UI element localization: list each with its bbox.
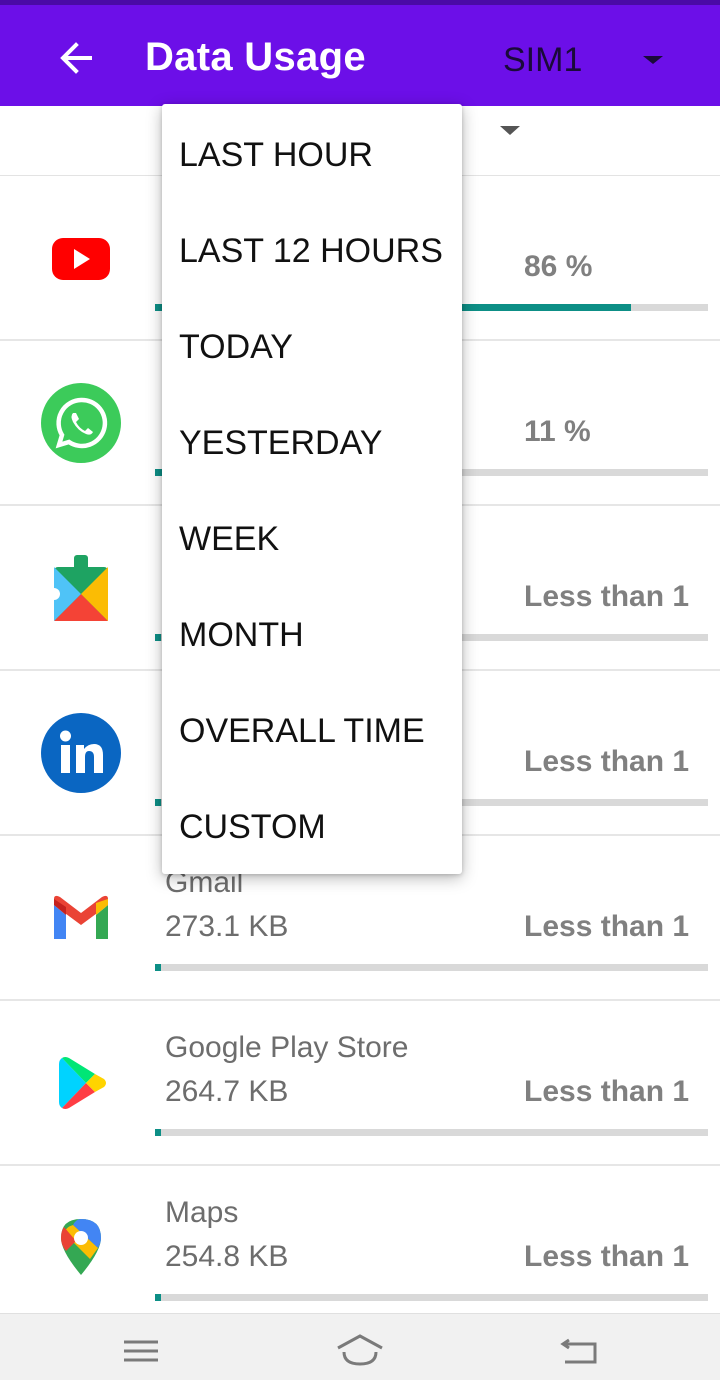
- usage-bar: [155, 1129, 708, 1136]
- menu-item-today[interactable]: TODAY: [162, 299, 462, 395]
- home-icon[interactable]: [335, 1330, 385, 1370]
- app-data-size: 264.7 KB: [165, 1075, 289, 1108]
- usage-bar-fill: [155, 634, 161, 641]
- youtube-icon: [40, 218, 122, 300]
- back-icon[interactable]: [555, 1330, 605, 1370]
- menu-icon[interactable]: [116, 1330, 166, 1370]
- usage-percent: Less than 1: [524, 910, 690, 943]
- period-dropdown-caret-icon[interactable]: [500, 126, 520, 135]
- menu-item-custom[interactable]: CUSTOM: [162, 779, 462, 875]
- usage-bar-fill: [155, 1129, 161, 1136]
- linkedin-icon: [40, 712, 122, 794]
- data-usage-screen: Data Usage SIM1 86 % 11 % Less than 1 Le…: [0, 0, 720, 1380]
- usage-percent: 86 %: [524, 250, 593, 283]
- menu-item-last-hour[interactable]: LAST HOUR: [162, 107, 462, 203]
- list-item[interactable]: Maps 254.8 KB Less than 1: [0, 1166, 720, 1331]
- period-dropdown-menu: LAST HOUR LAST 12 HOURS TODAY YESTERDAY …: [162, 104, 462, 874]
- page-title: Data Usage: [145, 35, 366, 79]
- menu-item-last-12-hours[interactable]: LAST 12 HOURS: [162, 203, 462, 299]
- usage-percent: Less than 1: [524, 1075, 690, 1108]
- usage-bar-fill: [155, 964, 161, 971]
- list-item[interactable]: Google Play Store 264.7 KB Less than 1: [0, 1001, 720, 1166]
- arrow-left-icon: [60, 42, 92, 74]
- sim-selector[interactable]: SIM1: [503, 41, 582, 80]
- whatsapp-icon: [40, 382, 122, 464]
- back-button[interactable]: [52, 33, 102, 83]
- usage-bar: [155, 964, 708, 971]
- usage-bar-fill: [155, 1294, 161, 1301]
- usage-percent: Less than 1: [524, 1240, 690, 1273]
- google-play-services-icon: [40, 547, 122, 629]
- menu-item-overall-time[interactable]: OVERALL TIME: [162, 683, 462, 779]
- gmail-icon: [40, 877, 122, 959]
- app-bar: Data Usage SIM1: [0, 0, 720, 106]
- system-navigation-bar: [0, 1313, 720, 1380]
- usage-percent: 11 %: [524, 415, 591, 448]
- google-maps-icon: [40, 1207, 122, 1289]
- usage-bar-fill: [155, 799, 161, 806]
- usage-percent: Less than 1: [524, 580, 690, 613]
- usage-percent: Less than 1: [524, 745, 690, 778]
- app-data-size: 273.1 KB: [165, 910, 289, 943]
- app-data-size: 254.8 KB: [165, 1240, 289, 1273]
- app-name: Maps: [165, 1196, 239, 1229]
- caret-down-icon[interactable]: [643, 56, 663, 64]
- menu-item-week[interactable]: WEEK: [162, 491, 462, 587]
- menu-item-month[interactable]: MONTH: [162, 587, 462, 683]
- google-play-store-icon: [40, 1042, 122, 1124]
- menu-item-yesterday[interactable]: YESTERDAY: [162, 395, 462, 491]
- usage-bar: [155, 1294, 708, 1301]
- app-name: Google Play Store: [165, 1031, 409, 1064]
